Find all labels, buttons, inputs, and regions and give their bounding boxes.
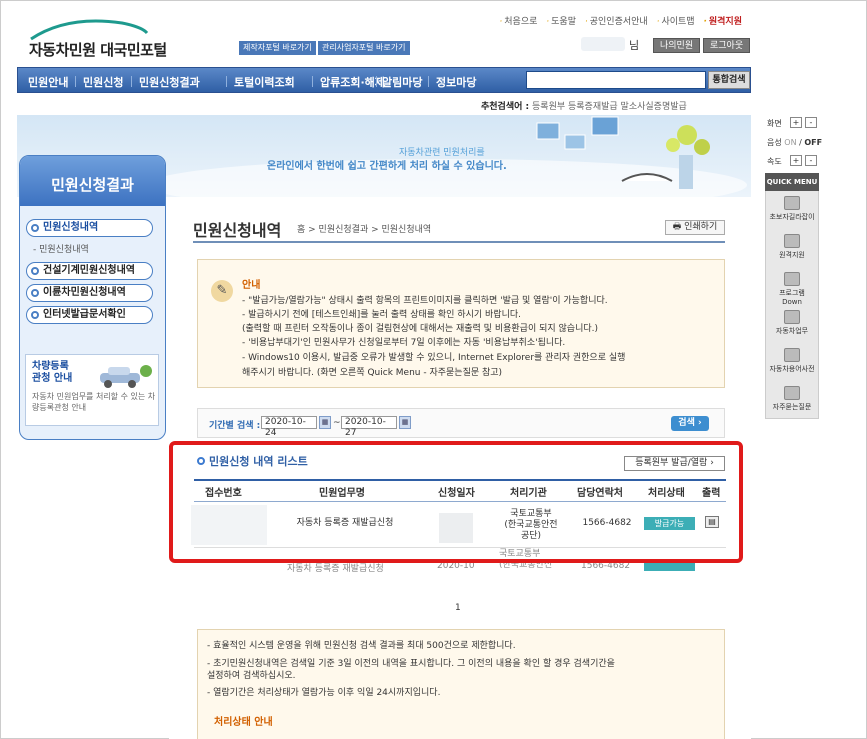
maker-portal-link[interactable]: 제작자포털 바로가기 [239, 41, 316, 55]
registry-office-promo[interactable]: 차량등록 관청 안내 자동차 민원업무를 처리할 수 있는 차량등록관청 안내 [25, 354, 159, 426]
guide-icon [784, 196, 800, 210]
notice-line-2: - 발급하시기 전에 [테스트인쇄]를 눌러 출력 상태를 확인 하시기 바랍니… [242, 310, 522, 320]
sound-control: 음성 ON / OFF [767, 138, 823, 147]
filter-label: 기간별 검색 : [209, 421, 261, 431]
speed-control-label: 속도 [767, 157, 782, 166]
top-links: · 처음으로 · 도움말 · 공인인증서안내 · 사이트맵 · 원격지원 [493, 14, 742, 27]
notice-line-3: (출력할 때 프린터 오작동이나 종이 걸림현상에 대해서는 재출력 및 비용환… [242, 324, 598, 334]
search-icon [784, 348, 800, 362]
notice-line-4: - '비용납부대기'인 민원사무가 신청일로부터 7일 이후에는 자동 '비용납… [242, 338, 566, 348]
download-icon [784, 272, 800, 286]
top-link-home[interactable]: · 처음으로 [499, 17, 537, 27]
nav-civil-apply[interactable]: 민원신청 [83, 74, 123, 90]
highlight-box [169, 441, 743, 563]
notice-line-6: 해주시기 바랍니다. (화면 오른쪽 Quick Menu - 자주묻는질문 참… [242, 368, 503, 378]
top-link-remote[interactable]: · 원격지원 [703, 17, 742, 27]
pagination-page[interactable]: 1 [455, 603, 461, 613]
quick-remote-support[interactable]: 원격지원 [769, 231, 815, 265]
quick-car-dictionary[interactable]: 자동차용어사전 [769, 345, 815, 379]
speed-plus-button[interactable]: + [790, 155, 802, 166]
notice-line-5: - Windows10 이용시, 발급중 오류가 발생할 수 있으니, Inte… [242, 353, 626, 363]
sound-off-toggle[interactable]: OFF [804, 138, 822, 147]
global-search-input[interactable] [526, 71, 706, 89]
search-button[interactable]: 검색 › [671, 416, 709, 431]
car-doc-icon [784, 310, 800, 324]
nav-total-history[interactable]: 토털이력조회 [234, 74, 295, 90]
bullet-icon [31, 289, 39, 297]
promo-title: 차량등록 관청 안내 [32, 361, 73, 384]
nav-notice[interactable]: 알림마당 [382, 74, 422, 90]
logo-car-arc-icon [30, 19, 149, 41]
global-search-button[interactable]: 통합검색 [708, 71, 750, 89]
top-link-cert[interactable]: · 공인인증서안내 [585, 17, 648, 27]
page-title: 민원신청내역 [193, 221, 282, 240]
sidebar-item-civil-list[interactable]: 민원신청내역 [26, 219, 153, 237]
nav-info[interactable]: 정보마당 [436, 74, 476, 90]
print-button[interactable]: 🖶 인쇄하기 [665, 220, 725, 235]
recommended-label: 추천검색어 : [481, 102, 530, 112]
size-minus-button[interactable]: - [805, 117, 817, 128]
quick-car-work[interactable]: 자동차업무 [769, 307, 815, 341]
top-link-sitemap[interactable]: · 사이트맵 [657, 17, 695, 27]
car-icon [100, 365, 152, 388]
quick-program-download[interactable]: 프로그램 Down [769, 269, 815, 306]
date-from-input[interactable]: 2020-10-24 [261, 416, 317, 438]
promo-desc: 자동차 민원업무를 처리할 수 있는 차량등록관청 안내 [32, 392, 156, 412]
browser-page: 자동차민원 대국민포털 제작자포털 바로가기 관리사업자포털 바로가기 · 처음으… [0, 0, 867, 739]
user-name-blurred [581, 37, 625, 51]
sidebar-item-doc-verify[interactable]: 인터넷발급문서확인 [26, 306, 153, 324]
date-to-input[interactable]: 2020-10-27 [341, 416, 397, 438]
bullet-icon [31, 267, 39, 275]
quick-menu-title: QUICK MENU [765, 173, 819, 191]
size-control-label: 화면 [767, 119, 782, 128]
calendar-icon[interactable]: ▦ [399, 416, 411, 429]
logo-text: 자동차민원 대국민포털 [29, 41, 167, 59]
my-civil-button[interactable]: 나의민원 [653, 38, 701, 53]
sound-on-toggle[interactable]: ON [784, 138, 796, 147]
recommended-terms[interactable]: 등록원부 등록증재발급 말소사실증명발급 [532, 102, 687, 112]
sidebar-subitem-civil-list[interactable]: - 민원신청내역 [33, 242, 89, 255]
info-line-1: - 효율적인 시스템 운영을 위해 민원신청 검색 결과를 최대 500건으로 … [207, 641, 516, 651]
main-nav: 민원안내 민원신청 민원신청결과 토털이력조회 압류조회·해제 알림마당 정보마… [17, 67, 751, 93]
size-plus-button[interactable]: + [790, 117, 802, 128]
recommended-search: 추천검색어 : 등록원부 등록증재발급 말소사실증명발급 [481, 99, 687, 112]
top-link-help[interactable]: · 도움말 [546, 17, 576, 27]
sidebar-title: 민원신청결과 [20, 156, 165, 206]
title-divider [193, 241, 725, 243]
quick-faq[interactable]: 자주묻는질문 [769, 383, 815, 417]
quick-beginner-guide[interactable]: 초보자길라잡이 [769, 193, 815, 227]
status-guide-heading: 처리상태 안내 [214, 717, 273, 728]
manager-portal-link[interactable]: 관리사업자포털 바로가기 [318, 41, 410, 55]
date-range-separator: ~ [333, 418, 341, 428]
notice-line-1: - "발급가능/열람가능" 상태시 출력 항목의 프린트이미지를 클릭하면 '발… [242, 296, 608, 306]
pen-icon: ✎ [211, 280, 233, 302]
info-line-3: 설정하여 검색하십시오. [207, 671, 296, 681]
user-suffix: 님 [629, 39, 640, 52]
nav-civil-guide[interactable]: 민원안내 [28, 74, 68, 90]
bullet-icon [31, 311, 39, 319]
faq-icon [784, 386, 800, 400]
nav-civil-result[interactable]: 민원신청결과 [139, 74, 200, 90]
banner-line2: 온라인에서 한번에 쉽고 간편하게 처리 하실 수 있습니다. [267, 161, 507, 172]
sidebar-item-construction[interactable]: 건설기계민원신청내역 [26, 262, 153, 280]
calendar-icon[interactable]: ▦ [319, 416, 331, 429]
logout-button[interactable]: 로그아웃 [703, 38, 751, 53]
printer-icon: 🖶 [672, 222, 682, 232]
bullet-icon [31, 224, 39, 232]
speed-minus-button[interactable]: - [805, 155, 817, 166]
site-logo[interactable]: 자동차민원 대국민포털 [27, 17, 177, 59]
tools-icon [784, 234, 800, 248]
breadcrumb: 홈 > 민원신청결과 > 민원신청내역 [297, 225, 432, 235]
notice-heading: 안내 [242, 280, 261, 291]
info-line-4: - 열람기간은 처리상태가 열람가능 이후 익일 24시까지입니다. [207, 688, 441, 698]
sidebar-item-motorcycle[interactable]: 이륜차민원신청내역 [26, 284, 153, 302]
